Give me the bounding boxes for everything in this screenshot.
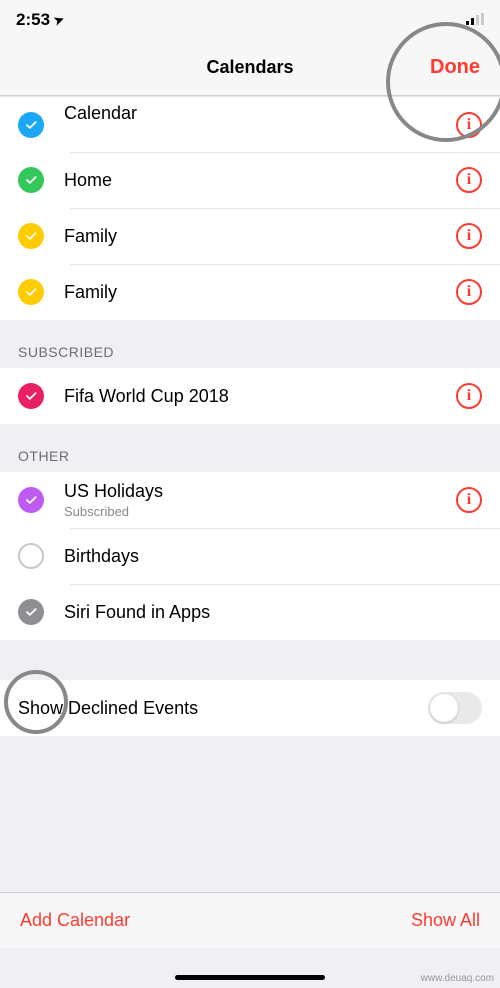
info-icon[interactable]: i — [456, 112, 482, 138]
show-declined-row[interactable]: Show Declined Events — [0, 680, 500, 736]
calendar-label: Family — [64, 282, 456, 303]
signal-icon — [466, 10, 484, 30]
check-icon — [18, 167, 44, 193]
calendar-row-us-holidays[interactable]: US Holidays Subscribedi — [0, 472, 500, 528]
calendar-label: Family — [64, 226, 456, 247]
calendar-label: Birthdays — [64, 546, 482, 567]
info-icon[interactable]: i — [456, 487, 482, 513]
spacer — [0, 640, 500, 680]
calendar-label: Home — [64, 170, 456, 191]
check-icon — [18, 599, 44, 625]
info-icon[interactable]: i — [456, 223, 482, 249]
status-time: 2:53 — [16, 10, 50, 30]
check-icon — [18, 383, 44, 409]
calendar-row-birthdays[interactable]: Birthdays — [0, 528, 500, 584]
info-icon[interactable]: i — [456, 167, 482, 193]
calendar-row-family-1[interactable]: Familyi — [0, 208, 500, 264]
info-icon[interactable]: i — [456, 279, 482, 305]
done-button[interactable]: Done — [430, 56, 480, 79]
calendar-row-worldcup[interactable]: Fifa World Cup 2018i — [0, 368, 500, 424]
section-header: OTHER — [0, 424, 500, 472]
watermark: www.deuaq.com — [421, 973, 494, 984]
spacer — [0, 736, 500, 776]
add-calendar-button[interactable]: Add Calendar — [20, 910, 130, 931]
info-icon[interactable]: i — [456, 383, 482, 409]
calendar-row-home[interactable]: Homei — [0, 152, 500, 208]
calendar-row-family-2[interactable]: Familyi — [0, 264, 500, 320]
footer-toolbar: Add Calendar Show All — [0, 892, 500, 948]
toggle-label: Show Declined Events — [18, 698, 428, 719]
calendar-label: Siri Found in Apps — [64, 602, 482, 623]
check-icon — [18, 279, 44, 305]
unchecked-icon — [18, 543, 44, 569]
toggle-switch[interactable] — [428, 692, 482, 724]
check-icon — [18, 223, 44, 249]
page-title: Calendars — [206, 57, 293, 78]
nav-bar: Calendars Done — [0, 40, 500, 96]
location-icon: ➤ — [52, 12, 66, 29]
calendar-sublabel: Subscribed — [64, 504, 456, 519]
calendar-row-siri[interactable]: Siri Found in Apps — [0, 584, 500, 640]
calendar-row-calendar[interactable]: Calendari — [0, 96, 500, 152]
status-bar: 2:53 ➤ — [0, 0, 500, 40]
show-all-button[interactable]: Show All — [411, 910, 480, 931]
check-icon — [18, 112, 44, 138]
calendar-label: Calendar — [64, 103, 456, 124]
section-header: SUBSCRIBED — [0, 320, 500, 368]
home-indicator — [175, 975, 325, 980]
calendar-label: Fifa World Cup 2018 — [64, 386, 456, 407]
calendar-label: US Holidays — [64, 481, 456, 502]
check-icon — [18, 487, 44, 513]
